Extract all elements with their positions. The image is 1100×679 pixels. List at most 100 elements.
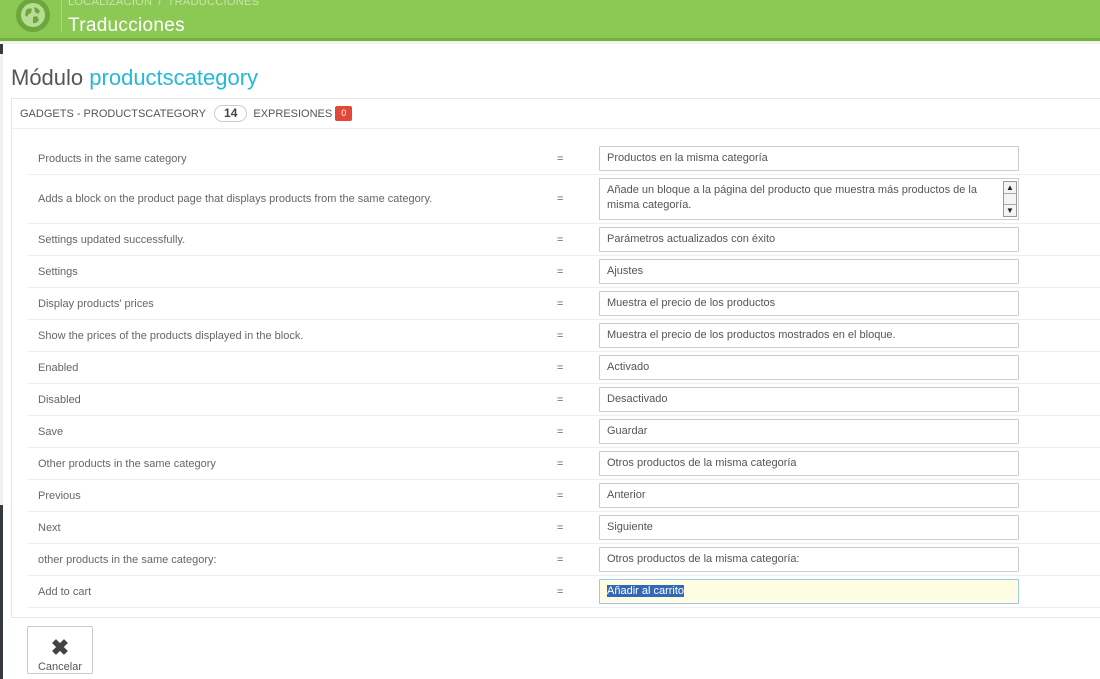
globe-icon	[16, 0, 50, 32]
breadcrumb: LOCALIZACIÓN / TRADUCCIONES	[68, 0, 259, 8]
translation-text: Productos en la misma categoría	[607, 152, 768, 164]
source-string: Settings	[27, 255, 549, 288]
translations-panel: GADGETS - PRODUCTSCATEGORY 14 EXPRESIONE…	[11, 98, 1100, 618]
translation-cell: Otros productos de la misma categoría:	[599, 543, 1100, 576]
translation-cell: Parámetros actualizados con éxito	[599, 223, 1100, 256]
source-string: other products in the same category:	[27, 543, 549, 576]
translation-cell: Siguiente	[599, 511, 1100, 544]
close-icon: ✖	[50, 635, 70, 660]
header-divider	[61, 0, 62, 32]
translation-textarea[interactable]: Añade un bloque a la página del producto…	[599, 178, 1019, 220]
source-string: Other products in the same category	[27, 447, 549, 480]
translation-input[interactable]: Siguiente	[599, 515, 1019, 540]
translation-text: Ajustes	[607, 265, 644, 277]
translation-input[interactable]: Productos en la misma categoría	[599, 146, 1019, 171]
cancel-button[interactable]: ✖ Cancelar	[27, 626, 93, 674]
translation-text: Desactivado	[607, 393, 668, 405]
translation-input[interactable]: Parámetros actualizados con éxito	[599, 227, 1019, 252]
module-name: productscategory	[89, 65, 259, 90]
translation-cell: Activado	[599, 351, 1100, 384]
table-row: Next = Siguiente	[27, 511, 1100, 544]
textarea-scrollbar[interactable]: ▲ ▼	[1003, 181, 1017, 217]
equals-sign: =	[549, 447, 599, 480]
source-string: Disabled	[27, 383, 549, 416]
translation-input[interactable]: Anterior	[599, 483, 1019, 508]
source-string: Next	[27, 511, 549, 544]
table-row: Show the prices of the products displaye…	[27, 319, 1100, 352]
translation-text: Muestra el precio de los productos	[607, 297, 776, 309]
translation-text: Añade un bloque a la página del producto…	[607, 184, 977, 211]
translation-input[interactable]: Desactivado	[599, 387, 1019, 412]
table-row: Settings updated successfully. = Parámetro…	[27, 223, 1100, 256]
translation-text: Muestra el precio de los productos mostr…	[607, 329, 896, 341]
translation-input[interactable]: Muestra el precio de los productos	[599, 291, 1019, 316]
translation-input[interactable]: Ajustes	[599, 259, 1019, 284]
source-string: Enabled	[27, 351, 549, 384]
equals-sign: =	[549, 479, 599, 512]
equals-sign: =	[549, 143, 599, 175]
translation-cell: Añadir al carrito	[599, 575, 1100, 608]
equals-sign: =	[549, 383, 599, 416]
scroll-down-arrow-icon[interactable]: ▼	[1004, 204, 1016, 216]
translation-cell: Muestra el precio de los productos mostr…	[599, 319, 1100, 352]
translation-text: Anterior	[607, 489, 646, 501]
translation-text: Otros productos de la misma categoría:	[607, 553, 800, 565]
equals-sign: =	[549, 415, 599, 448]
translation-input[interactable]: Añadir al carrito	[599, 579, 1019, 604]
module-title-prefix: Módulo	[11, 65, 84, 90]
breadcrumb-item-localizacion[interactable]: LOCALIZACIÓN	[68, 0, 152, 8]
source-string: Products in the same category	[27, 143, 549, 175]
translation-text: Activado	[607, 361, 650, 373]
translation-cell: Ajustes	[599, 255, 1100, 288]
panel-heading: GADGETS - PRODUCTSCATEGORY 14 EXPRESIONE…	[12, 99, 1100, 129]
equals-sign: =	[549, 255, 599, 288]
source-string: Previous	[27, 479, 549, 512]
translation-cell: Añade un bloque a la página del producto…	[599, 174, 1100, 224]
translation-input[interactable]: Otros productos de la misma categoría:	[599, 547, 1019, 572]
translation-cell: Otros productos de la misma categoría	[599, 447, 1100, 480]
table-row: Add to cart = Añadir al carrito	[27, 575, 1100, 608]
translation-text: Parámetros actualizados con éxito	[607, 233, 776, 245]
missing-expressions-badge: 0	[335, 106, 353, 121]
translation-cell: Muestra el precio de los productos	[599, 287, 1100, 320]
equals-sign: =	[549, 174, 599, 224]
translation-cell: Guardar	[599, 415, 1100, 448]
translation-input[interactable]: Guardar	[599, 419, 1019, 444]
translation-cell: Productos en la misma categoría	[599, 143, 1100, 175]
table-row: Other products in the same category = Otro…	[27, 447, 1100, 480]
translation-text: Añadir al carrito	[607, 585, 685, 597]
translation-text: Siguiente	[607, 521, 653, 533]
table-row: Save = Guardar	[27, 415, 1100, 448]
module-title: Módulo productscategory	[11, 65, 258, 91]
source-string: Settings updated successfully.	[27, 223, 549, 256]
table-row: Display products' prices = Muestra el prec…	[27, 287, 1100, 320]
source-string: Adds a block on the product page that di…	[27, 174, 549, 224]
translation-cell: Desactivado	[599, 383, 1100, 416]
expressions-label: EXPRESIONES	[253, 107, 333, 120]
translation-text: Guardar	[607, 425, 648, 437]
equals-sign: =	[549, 543, 599, 576]
table-row: Previous = Anterior	[27, 479, 1100, 512]
equals-sign: =	[549, 511, 599, 544]
source-string: Add to cart	[27, 575, 549, 608]
cancel-button-label: Cancelar	[37, 661, 83, 673]
translation-cell: Anterior	[599, 479, 1100, 512]
main-content: Módulo productscategory GADGETS - PRODUC…	[3, 44, 1100, 679]
table-row: Products in the same category = Productos …	[27, 143, 1100, 175]
breadcrumb-item-traducciones[interactable]: TRADUCCIONES	[168, 0, 260, 8]
source-string: Show the prices of the products displaye…	[27, 319, 549, 352]
translation-input[interactable]: Otros productos de la misma categoría	[599, 451, 1019, 476]
equals-sign: =	[549, 287, 599, 320]
equals-sign: =	[549, 351, 599, 384]
expression-count-badge: 14	[214, 105, 248, 122]
translation-input[interactable]: Muestra el precio de los productos mostr…	[599, 323, 1019, 348]
table-row: Enabled = Activado	[27, 351, 1100, 384]
source-string: Save	[27, 415, 549, 448]
translation-input[interactable]: Activado	[599, 355, 1019, 380]
table-row: Disabled = Desactivado	[27, 383, 1100, 416]
equals-sign: =	[549, 319, 599, 352]
scroll-up-arrow-icon[interactable]: ▲	[1004, 182, 1016, 194]
table-row: Adds a block on the product page that di…	[27, 174, 1100, 224]
translation-text: Otros productos de la misma categoría	[607, 457, 797, 469]
panel-heading-label: GADGETS - PRODUCTSCATEGORY	[20, 107, 207, 120]
